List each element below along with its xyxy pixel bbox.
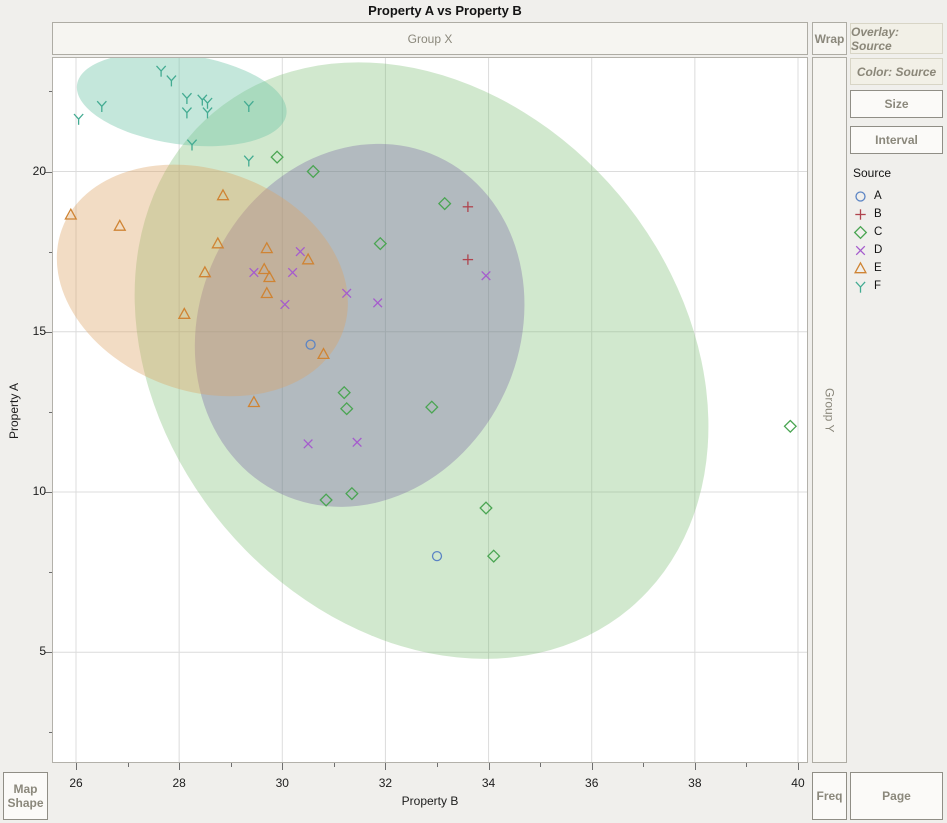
x-tick-38 bbox=[695, 763, 696, 770]
legend-item-A[interactable]: A bbox=[853, 187, 891, 205]
legend-item-C[interactable]: C bbox=[853, 223, 891, 241]
y-minor-tick-22.5 bbox=[49, 91, 52, 92]
legend-title: Source bbox=[853, 166, 891, 180]
data-point-C[interactable] bbox=[785, 421, 797, 433]
y-tick-label-5: 5 bbox=[16, 644, 46, 658]
diamond-marker-icon bbox=[853, 225, 868, 240]
x-minor-tick-39 bbox=[746, 763, 747, 767]
legend-item-label: F bbox=[874, 280, 881, 292]
plot-area[interactable] bbox=[52, 57, 808, 763]
x-minor-tick-27 bbox=[128, 763, 129, 767]
drop-zone-overlay-label: Overlay: Source bbox=[851, 25, 942, 53]
drop-zone-map-shape[interactable]: Map Shape bbox=[3, 772, 48, 820]
x-tick-label-36: 36 bbox=[574, 776, 610, 790]
x-tick-26 bbox=[76, 763, 77, 770]
drop-zone-page[interactable]: Page bbox=[850, 772, 943, 820]
x-minor-tick-29 bbox=[231, 763, 232, 767]
y-minor-tick-7.5 bbox=[49, 572, 52, 573]
y-minor-tick-17.5 bbox=[49, 252, 52, 253]
graph-builder-window: Property A vs Property B Group X Wrap Gr… bbox=[0, 0, 947, 823]
y-axis-title[interactable]: Property A bbox=[7, 351, 21, 471]
y-tick-label-10: 10 bbox=[16, 484, 46, 498]
y-tick-10 bbox=[45, 492, 52, 493]
x-tick-30 bbox=[282, 763, 283, 770]
drop-zone-group-y[interactable]: Group Y bbox=[812, 57, 847, 763]
circle-marker-icon bbox=[853, 189, 868, 204]
x-minor-tick-31 bbox=[334, 763, 335, 767]
y-tick-label-15: 15 bbox=[16, 324, 46, 338]
legend-item-label: D bbox=[874, 244, 882, 256]
x-tick-36 bbox=[592, 763, 593, 770]
drop-zone-size[interactable]: Size bbox=[850, 90, 943, 118]
legend-item-D[interactable]: D bbox=[853, 241, 891, 259]
legend-item-label: E bbox=[874, 262, 882, 274]
drop-zone-freq-label: Freq bbox=[816, 789, 842, 803]
drop-zone-group-x[interactable]: Group X bbox=[52, 22, 808, 55]
x-tick-label-28: 28 bbox=[161, 776, 197, 790]
y-minor-tick-12.5 bbox=[49, 412, 52, 413]
drop-zone-interval[interactable]: Interval bbox=[850, 126, 943, 154]
legend-item-B[interactable]: B bbox=[853, 205, 891, 223]
legend-item-E[interactable]: E bbox=[853, 259, 891, 277]
drop-zone-overlay[interactable]: Overlay: Source bbox=[850, 23, 943, 54]
drop-zone-size-label: Size bbox=[884, 97, 908, 111]
drop-zone-wrap[interactable]: Wrap bbox=[812, 22, 847, 55]
legend-item-label: A bbox=[874, 190, 882, 202]
drop-zone-group-x-label: Group X bbox=[408, 32, 453, 46]
x-minor-tick-35 bbox=[540, 763, 541, 767]
drop-zone-color[interactable]: Color: Source bbox=[850, 58, 943, 85]
drop-zone-color-label: Color: Source bbox=[857, 65, 936, 79]
y-tick-20 bbox=[45, 172, 52, 173]
drop-zone-page-label: Page bbox=[882, 789, 911, 803]
drop-zone-group-y-label: Group Y bbox=[823, 388, 837, 432]
x-tick-label-32: 32 bbox=[367, 776, 403, 790]
drop-zone-map-shape-label: Map Shape bbox=[4, 782, 47, 811]
drop-zone-wrap-label: Wrap bbox=[815, 32, 845, 46]
drop-zone-freq[interactable]: Freq bbox=[812, 772, 847, 820]
plus-marker-icon bbox=[853, 207, 868, 222]
y-marker-icon bbox=[853, 279, 868, 294]
x-axis-title[interactable]: Property B bbox=[52, 794, 808, 808]
triangle-marker-icon bbox=[853, 261, 868, 276]
x-tick-label-30: 30 bbox=[264, 776, 300, 790]
legend-item-F[interactable]: F bbox=[853, 277, 891, 295]
legend-item-label: C bbox=[874, 226, 882, 238]
x-minor-tick-33 bbox=[437, 763, 438, 767]
x-tick-34 bbox=[489, 763, 490, 770]
legend: Source ABCDEF bbox=[853, 166, 891, 295]
x-tick-label-26: 26 bbox=[58, 776, 94, 790]
data-point-F[interactable] bbox=[74, 114, 83, 125]
x-tick-28 bbox=[179, 763, 180, 770]
x-tick-32 bbox=[385, 763, 386, 770]
x-marker-icon bbox=[853, 243, 868, 258]
x-minor-tick-37 bbox=[643, 763, 644, 767]
y-tick-5 bbox=[45, 652, 52, 653]
drop-zone-interval-label: Interval bbox=[875, 133, 918, 147]
y-minor-tick-2.5 bbox=[49, 732, 52, 733]
y-tick-15 bbox=[45, 332, 52, 333]
x-tick-40 bbox=[798, 763, 799, 770]
legend-item-label: B bbox=[874, 208, 882, 220]
y-tick-label-20: 20 bbox=[16, 164, 46, 178]
x-tick-label-40: 40 bbox=[780, 776, 816, 790]
graph-title[interactable]: Property A vs Property B bbox=[0, 3, 890, 18]
x-tick-label-34: 34 bbox=[471, 776, 507, 790]
x-tick-label-38: 38 bbox=[677, 776, 713, 790]
